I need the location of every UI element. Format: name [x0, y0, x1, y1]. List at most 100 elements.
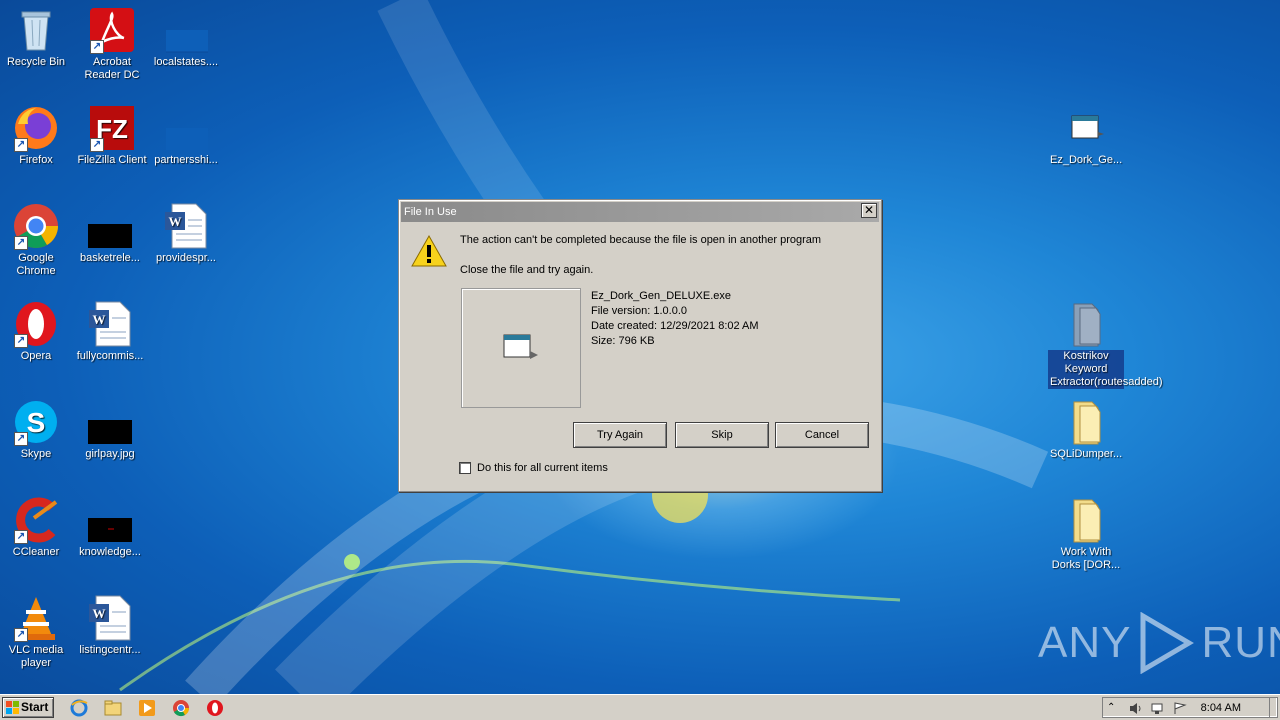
close-button[interactable]: ✕: [861, 203, 877, 218]
desktop-icon-label: Ez_Dork_Ge...: [1050, 154, 1123, 166]
try-again-button[interactable]: Try Again: [573, 422, 667, 448]
desktop-icon-recycle-bin[interactable]: Recycle Bin: [0, 6, 74, 69]
desktop-icon-label: Opera: [20, 350, 52, 362]
desktop-icon-sqlidumper[interactable]: SQLiDumper...: [1048, 398, 1124, 461]
ie-icon[interactable]: [70, 699, 88, 717]
opera-icon: ↗: [12, 300, 60, 348]
watermark-text-right: RUN: [1201, 618, 1280, 667]
shortcut-arrow-icon: ↗: [90, 40, 104, 54]
executable-icon: [1062, 104, 1110, 152]
folder-icon: [1062, 496, 1110, 544]
folder-icon: [1062, 300, 1110, 348]
desktop-icon-providespr[interactable]: W providespr...: [148, 202, 224, 265]
file-date-created: Date created: 12/29/2021 8:02 AM: [591, 320, 759, 332]
desktop-icon-knowledge[interactable]: knowledge...: [72, 496, 148, 559]
ccleaner-icon: ↗: [12, 496, 60, 544]
network-icon[interactable]: [1151, 702, 1165, 715]
word-document-icon: W: [86, 594, 134, 642]
shortcut-arrow-icon: ↗: [14, 628, 28, 642]
desktop-icon-partnersshi[interactable]: partnersshi...: [148, 104, 224, 167]
desktop-icon-label: partnersshi...: [154, 154, 218, 166]
desktop-icon-label: Google Chrome: [16, 252, 56, 277]
media-player-icon[interactable]: [138, 699, 156, 717]
blank-file-icon: [162, 6, 210, 54]
close-icon: ✕: [863, 203, 875, 217]
volume-icon[interactable]: [1129, 702, 1143, 715]
file-version: File version: 1.0.0.0: [591, 305, 687, 317]
desktop-icon-fullycommis[interactable]: W fullycommis...: [72, 300, 148, 363]
desktop-icon-label: Kostrikov Keyword Extractor(routesadded): [1048, 350, 1163, 389]
shortcut-arrow-icon: ↗: [14, 432, 28, 446]
chrome-icon[interactable]: [172, 699, 190, 717]
desktop-icon-label: basketrele...: [80, 252, 140, 264]
desktop-icon-label: listingcentr...: [79, 644, 141, 656]
start-button[interactable]: Start: [2, 697, 54, 718]
desktop-icon-listingcentr[interactable]: W listingcentr...: [72, 594, 148, 657]
desktop-icon-ccleaner[interactable]: ↗ CCleaner: [0, 496, 74, 559]
desktop-icon-filezilla[interactable]: FZ ↗ FileZilla Client: [74, 104, 150, 167]
chrome-icon: ↗: [12, 202, 60, 250]
desktop-icon-basketrele[interactable]: basketrele...: [72, 202, 148, 265]
show-hidden-icons-icon[interactable]: ⌃: [1107, 702, 1121, 715]
windows-flag-icon: [6, 701, 20, 720]
svg-text:W: W: [93, 312, 106, 327]
desktop-icon-skype[interactable]: S ↗ Skype: [0, 398, 74, 461]
file-size: Size: 796 KB: [591, 335, 655, 347]
desktop-icon-work-with-dorks[interactable]: Work With Dorks [DOR...: [1048, 496, 1124, 572]
dialog-title: File In Use: [401, 202, 879, 222]
desktop-icon-girlpay[interactable]: girlpay.jpg: [72, 398, 148, 461]
desktop-icon-label: Firefox: [19, 154, 53, 166]
desktop-icon-label: knowledge...: [79, 546, 141, 558]
desktop-icon-label: Acrobat Reader DC: [84, 56, 140, 81]
black-file-icon: [86, 398, 134, 446]
svg-text:W: W: [169, 214, 182, 229]
desktop-icon-chrome[interactable]: ↗ Google Chrome: [0, 202, 74, 278]
apply-all-label[interactable]: Do this for all current items: [477, 462, 608, 474]
desktop-icon-label: FileZilla Client: [77, 154, 147, 166]
desktop-icon-kostrikov[interactable]: Kostrikov Keyword Extractor(routesadded): [1048, 300, 1163, 389]
anyrun-watermark: ANY RUN: [1038, 612, 1280, 674]
shortcut-arrow-icon: ↗: [14, 530, 28, 544]
file-preview: [461, 288, 581, 408]
show-desktop-button[interactable]: [1269, 698, 1277, 717]
explorer-icon[interactable]: [104, 699, 122, 717]
action-center-flag-icon[interactable]: [1173, 702, 1187, 715]
svg-text:S: S: [27, 407, 46, 438]
desktop-icon-label: VLC media player: [8, 644, 64, 669]
firefox-icon: ↗: [12, 104, 60, 152]
clock[interactable]: 8:04 AM: [1201, 702, 1241, 714]
word-document-icon: W: [86, 300, 134, 348]
desktop-icon-ez-dork-gen[interactable]: Ez_Dork_Ge...: [1048, 104, 1124, 167]
play-icon: [1140, 612, 1195, 674]
skip-button[interactable]: Skip: [675, 422, 769, 448]
instruction-text: Close the file and try again.: [460, 264, 594, 276]
desktop-icon-label: fullycommis...: [76, 350, 144, 362]
system-tray: ⌃ 8:04 AM: [1102, 697, 1278, 718]
cancel-button[interactable]: Cancel: [775, 422, 869, 448]
apply-all-checkbox[interactable]: [459, 462, 471, 474]
start-label: Start: [21, 700, 49, 714]
opera-icon[interactable]: [206, 699, 224, 717]
desktop-icon-label: girlpay.jpg: [85, 448, 135, 460]
svg-text:W: W: [93, 606, 106, 621]
desktop-icon-localstates[interactable]: localstates....: [148, 6, 224, 69]
desktop-icon-label: Work With Dorks [DOR...: [1051, 546, 1121, 571]
recycle-bin-icon: [12, 6, 60, 54]
shortcut-arrow-icon: ↗: [90, 138, 104, 152]
desktop-icon-vlc[interactable]: ↗ VLC media player: [0, 594, 74, 670]
vlc-icon: ↗: [12, 594, 60, 642]
blank-file-icon: [162, 104, 210, 152]
desktop-icon-label: Skype: [20, 448, 52, 460]
file-info: Ez_Dork_Gen_DELUXE.exe File version: 1.0…: [591, 289, 759, 349]
desktop-icon-label: providespr...: [156, 252, 216, 264]
word-document-icon: W: [162, 202, 210, 250]
acrobat-icon: ↗: [88, 6, 136, 54]
desktop-icon-firefox[interactable]: ↗ Firefox: [0, 104, 74, 167]
shortcut-arrow-icon: ↗: [14, 138, 28, 152]
error-message: The action can't be completed because th…: [460, 234, 822, 246]
desktop-icon-acrobat[interactable]: ↗ Acrobat Reader DC: [74, 6, 150, 82]
desktop-icon-opera[interactable]: ↗ Opera: [0, 300, 74, 363]
watermark-text-left: ANY: [1038, 618, 1132, 667]
apply-all-option: Do this for all current items: [459, 462, 608, 474]
desktop-icon-label: Recycle Bin: [6, 56, 66, 68]
